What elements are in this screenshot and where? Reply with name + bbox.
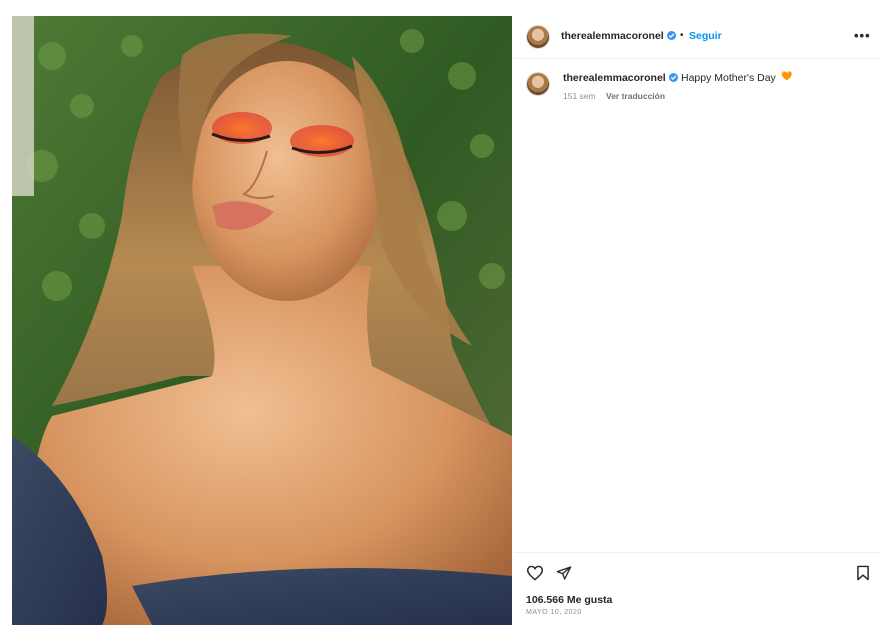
verified-badge-icon [667, 31, 676, 40]
heart-outline-icon[interactable] [526, 565, 544, 586]
more-options-icon[interactable]: ••• [854, 28, 871, 43]
actions-divider [514, 552, 880, 553]
post-date: MAYO 10, 2020 [526, 609, 582, 616]
author-avatar[interactable] [526, 25, 550, 49]
caption-verified-badge-icon [669, 73, 678, 82]
follow-button[interactable]: Seguir [689, 30, 722, 42]
likes-count[interactable]: 106.566 Me gusta [526, 594, 612, 606]
post-header: therealemmacoronel • Seguir ••• [514, 16, 880, 59]
paper-plane-icon[interactable] [556, 565, 572, 586]
caption-text: Happy Mother's Day [681, 72, 776, 84]
post-side-panel: therealemmacoronel • Seguir ••• thereale… [514, 16, 880, 625]
caption-username[interactable]: therealemmacoronel [563, 72, 666, 84]
post-photo-illustration [12, 16, 512, 625]
author-username[interactable]: therealemmacoronel [561, 30, 664, 42]
separator-dot: • [680, 30, 684, 41]
bookmark-icon[interactable] [856, 565, 870, 586]
orange-heart-emoji: 🧡 [781, 71, 793, 81]
caption-author-avatar[interactable] [526, 72, 550, 96]
see-translation-link[interactable]: Ver traducción [606, 91, 665, 101]
post-photo[interactable] [12, 16, 512, 625]
post-age: 151 sem [563, 91, 596, 101]
